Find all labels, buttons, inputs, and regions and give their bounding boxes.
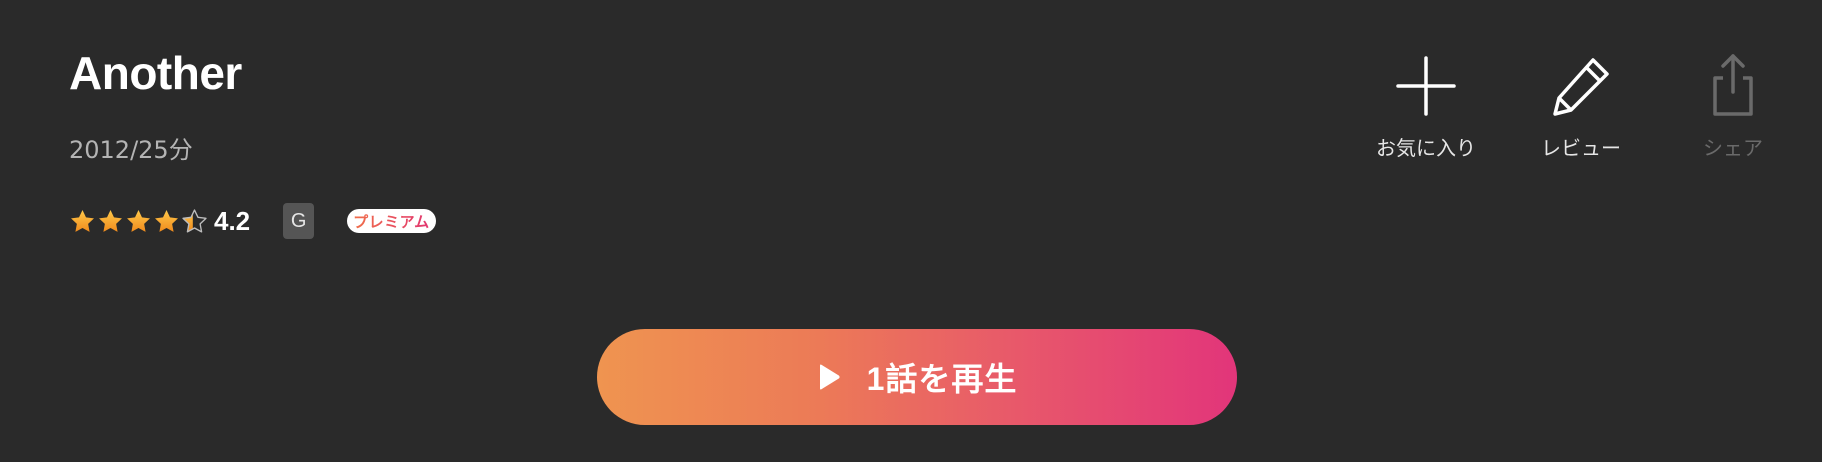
favorite-button[interactable]: お気に入り — [1356, 54, 1496, 158]
pencil-icon — [1553, 58, 1609, 116]
share-button[interactable]: シェア — [1663, 54, 1803, 158]
rating-value: 4.2 — [214, 205, 251, 236]
age-rating-badge: G — [283, 203, 315, 239]
play-button-label: 1話を再生 — [866, 361, 1018, 397]
play-icon — [819, 364, 840, 390]
star-full-icon — [99, 209, 122, 232]
star-partial-icon — [182, 208, 207, 233]
plus-icon — [1396, 56, 1456, 116]
review-button[interactable]: レビュー — [1511, 54, 1651, 158]
favorite-label: お気に入り — [1376, 136, 1476, 160]
review-label: レビュー — [1541, 136, 1621, 160]
year-duration: 2012/25分 — [69, 136, 193, 164]
star-full-icon — [127, 209, 150, 232]
rating-row: 4.2 G プレミアム — [69, 203, 436, 239]
share-icon — [1713, 54, 1753, 116]
premium-badge: プレミアム — [347, 209, 436, 233]
share-label: シェア — [1703, 136, 1763, 160]
page-title: Another — [69, 47, 242, 99]
star-full-icon — [71, 209, 94, 232]
premium-badge-label: プレミアム — [353, 212, 430, 231]
play-episode-button[interactable]: 1話を再生 — [597, 329, 1237, 425]
star-rating — [69, 208, 209, 235]
star-full-icon — [155, 209, 178, 232]
